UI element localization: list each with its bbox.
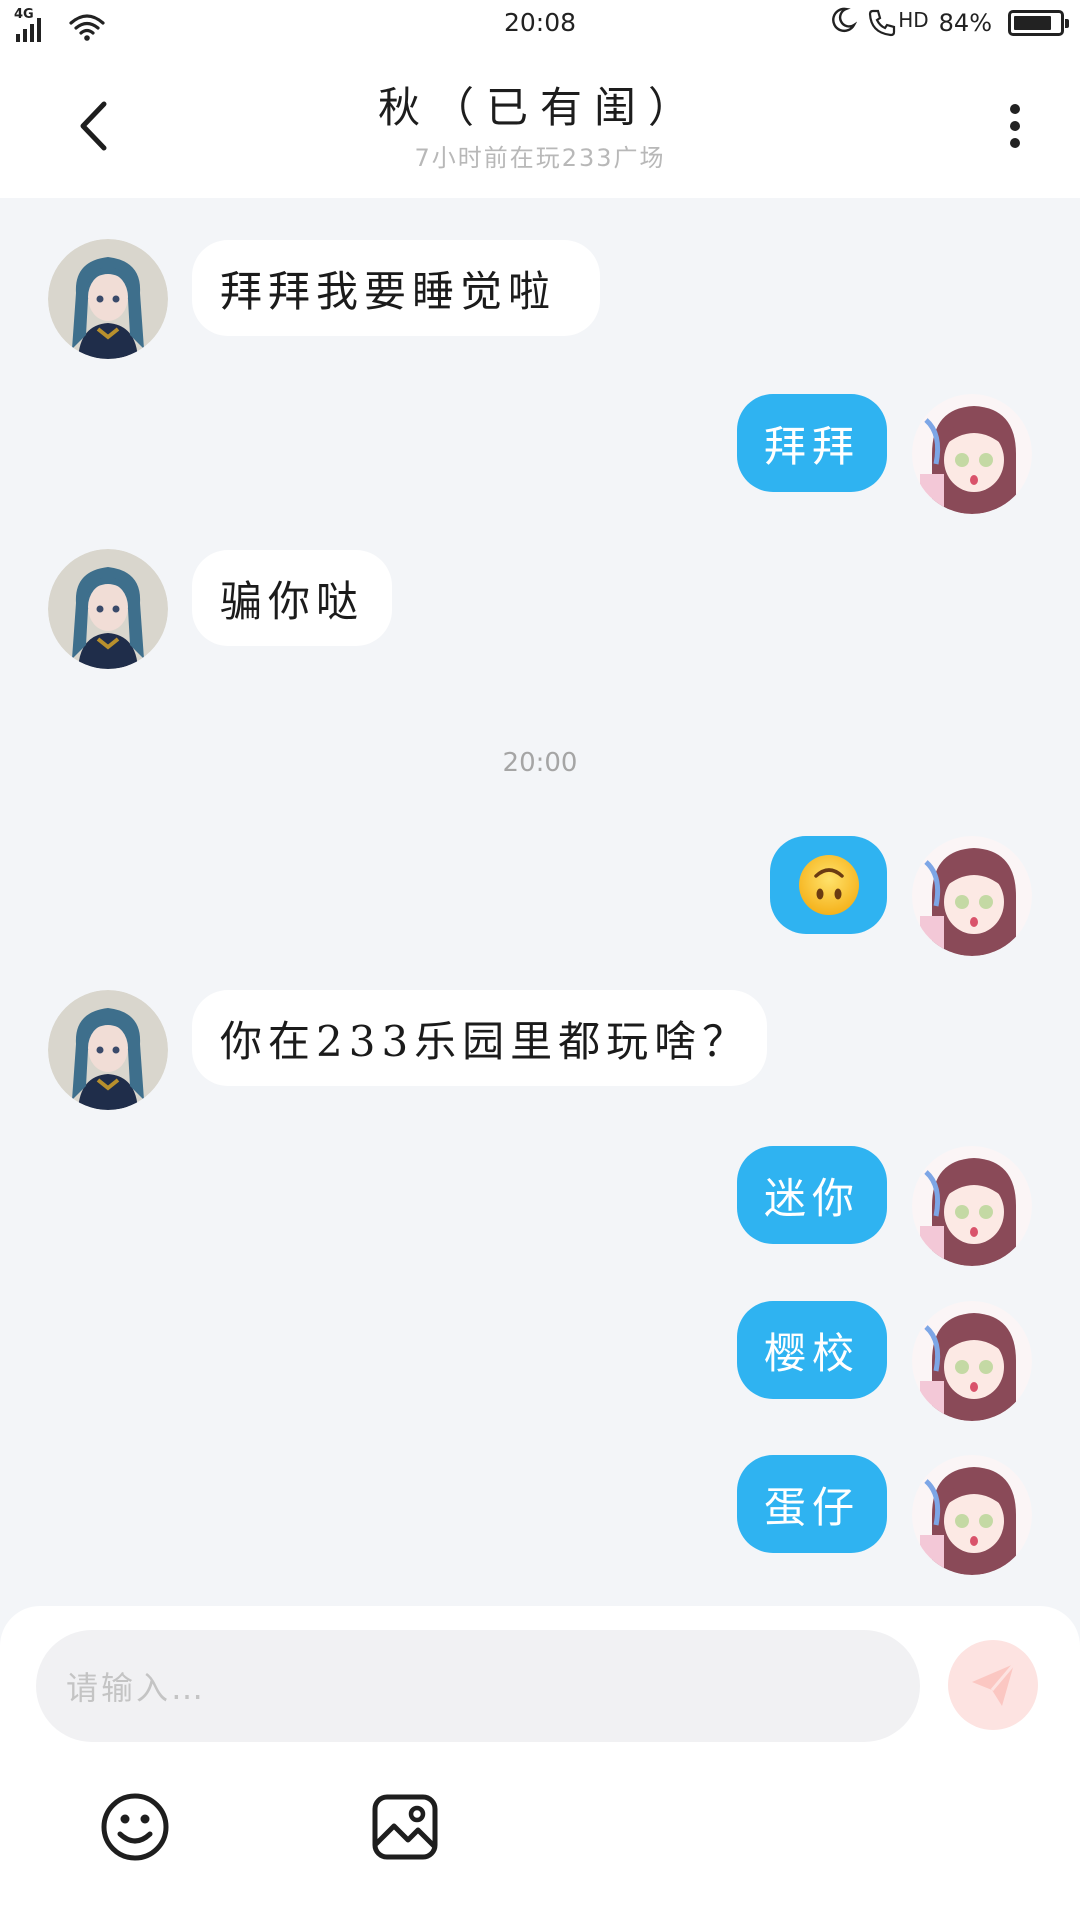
image-icon xyxy=(372,1794,438,1860)
battery-fill xyxy=(1014,16,1051,30)
message-bubble[interactable]: 拜拜 xyxy=(737,394,887,492)
pink-hair-girl-avatar[interactable] xyxy=(912,394,1032,514)
message-bubble[interactable]: 骗你哒 xyxy=(192,550,392,646)
teal-hair-girl-avatar[interactable] xyxy=(48,990,168,1110)
message-bubble[interactable]: 樱校 xyxy=(737,1301,887,1399)
hd-label: HD xyxy=(898,8,929,32)
message-timestamp: 20:00 xyxy=(502,748,578,778)
teal-hair-girl-avatar[interactable] xyxy=(48,549,168,669)
message-list[interactable]: 拜拜我要睡觉啦 拜拜 骗你哒 20:00 你在233乐园里都玩啥？ 迷你 樱校 … xyxy=(0,198,1080,1606)
battery-percent: 84% xyxy=(938,9,992,37)
hd-call-icon: HD xyxy=(867,8,929,38)
message-bubble[interactable]: 迷你 xyxy=(737,1146,887,1244)
pink-hair-girl-avatar[interactable] xyxy=(912,1301,1032,1421)
status-right: HD 84% xyxy=(829,6,1069,40)
message-bubble[interactable] xyxy=(770,836,887,934)
send-button[interactable] xyxy=(948,1640,1038,1730)
composer-panel: 请输入… xyxy=(0,1606,1080,1920)
send-icon xyxy=(972,1663,1016,1706)
message-input[interactable]: 请输入… xyxy=(36,1630,920,1742)
emoji-button[interactable] xyxy=(100,1792,170,1862)
battery-icon xyxy=(1008,10,1069,36)
status-bar: 4G 20:08 HD 84% xyxy=(0,0,1080,50)
upside-down-face-emoji xyxy=(798,855,859,915)
contact-status: 7小时前在玩233广场 xyxy=(414,144,666,172)
more-vertical-icon xyxy=(1010,104,1020,114)
image-button[interactable] xyxy=(370,1792,440,1862)
chat-header: 秋（已有闺） 7小时前在玩233广场 xyxy=(0,50,1080,198)
message-bubble[interactable]: 拜拜我要睡觉啦 xyxy=(192,240,600,336)
contact-name: 秋（已有闺） xyxy=(377,83,702,132)
smiley-icon xyxy=(101,1793,169,1861)
message-bubble[interactable]: 你在233乐园里都玩啥？ xyxy=(192,990,767,1086)
more-options-button[interactable] xyxy=(990,96,1040,156)
moon-icon xyxy=(829,6,858,40)
message-bubble[interactable]: 蛋仔 xyxy=(737,1455,887,1553)
pink-hair-girl-avatar[interactable] xyxy=(912,1455,1032,1575)
pink-hair-girl-avatar[interactable] xyxy=(912,1146,1032,1266)
teal-hair-girl-avatar[interactable] xyxy=(48,239,168,359)
pink-hair-girl-avatar[interactable] xyxy=(912,836,1032,956)
